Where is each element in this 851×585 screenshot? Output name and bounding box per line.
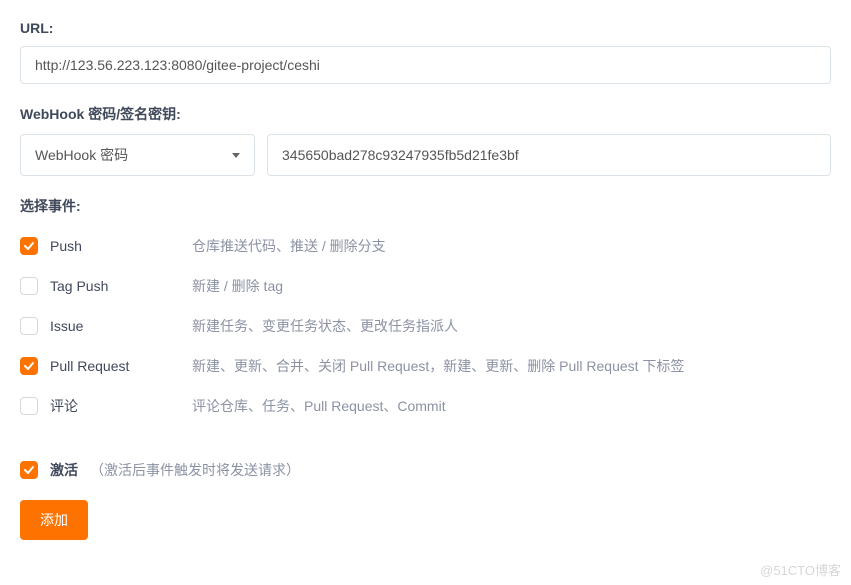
events-label: 选择事件: [20, 196, 831, 216]
event-row: Issue 新建任务、变更任务状态、更改任务指派人 [20, 306, 831, 346]
event-checkbox[interactable] [20, 397, 38, 415]
watermark: @51CTO博客 [760, 560, 841, 579]
event-row: 评论评论仓库、任务、Pull Request、Commit [20, 386, 831, 426]
secret-type-selected: WebHook 密码 [35, 145, 128, 165]
activate-label: 激活 [50, 460, 78, 480]
event-name: Tag Push [50, 278, 180, 294]
event-name: 评论 [50, 396, 180, 416]
event-row: Tag Push 新建 / 删除 tag [20, 266, 831, 306]
url-label: URL: [20, 20, 831, 36]
event-checkbox[interactable] [20, 317, 38, 335]
submit-button[interactable]: 添加 [20, 500, 88, 540]
event-name: Issue [50, 318, 180, 334]
url-input[interactable] [20, 46, 831, 84]
event-row: Push 仓库推送代码、推送 / 删除分支 [20, 226, 831, 266]
event-checkbox[interactable] [20, 357, 38, 375]
events-list: Push 仓库推送代码、推送 / 删除分支 Tag Push 新建 / 删除 tag I… [20, 226, 831, 426]
secret-value-input[interactable] [267, 134, 831, 176]
event-checkbox[interactable] [20, 277, 38, 295]
event-name: Pull Request [50, 358, 180, 374]
event-row: Pull Request 新建、更新、合并、关闭 Pull Request，新建、… [20, 346, 831, 386]
chevron-down-icon [232, 153, 240, 158]
event-desc: 仓库推送代码、推送 / 删除分支 [192, 236, 831, 256]
secret-label: WebHook 密码/签名密钥: [20, 104, 831, 124]
event-desc: 评论仓库、任务、Pull Request、Commit [192, 396, 831, 416]
activate-hint: （激活后事件触发时将发送请求） [90, 460, 300, 480]
activate-checkbox[interactable] [20, 461, 38, 479]
secret-type-select[interactable]: WebHook 密码 [20, 134, 255, 176]
event-desc: 新建任务、变更任务状态、更改任务指派人 [192, 316, 831, 336]
event-desc: 新建、更新、合并、关闭 Pull Request，新建、更新、删除 Pull R… [192, 356, 831, 376]
event-desc: 新建 / 删除 tag [192, 276, 831, 296]
event-checkbox[interactable] [20, 237, 38, 255]
event-name: Push [50, 238, 180, 254]
